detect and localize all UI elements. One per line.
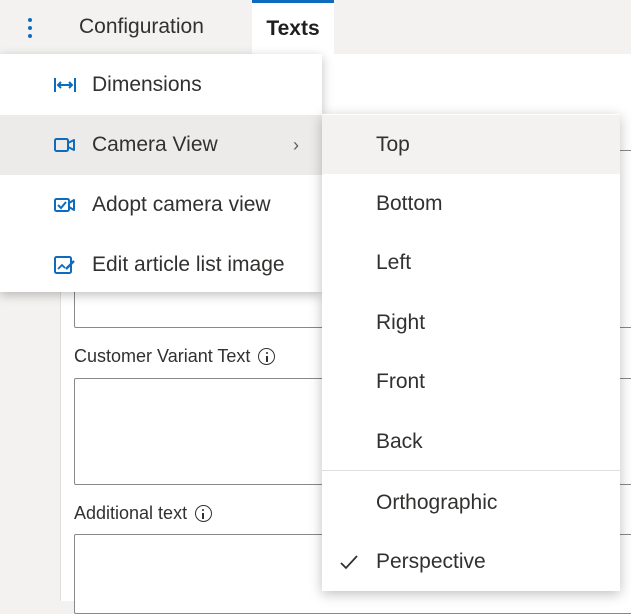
customer-variant-label-text: Customer Variant Text <box>74 346 251 366</box>
submenu-item-perspective[interactable]: Perspective <box>322 532 620 591</box>
chevron-right-icon: › <box>293 134 299 155</box>
submenu-item-left[interactable]: Left <box>322 233 620 292</box>
menu-item-edit-article-list-image[interactable]: Edit article list image <box>0 235 322 295</box>
submenu-item-right[interactable]: Right <box>322 293 620 352</box>
submenu-item-label: Left <box>376 250 412 274</box>
context-menu: Dimensions Camera View › Adopt camera vi… <box>0 54 322 292</box>
submenu-item-label: Bottom <box>376 191 443 215</box>
submenu-item-label: Back <box>376 429 423 453</box>
edit-image-icon <box>53 253 77 277</box>
menu-item-label: Adopt camera view <box>92 193 271 216</box>
menu-item-camera-view[interactable]: Camera View › <box>0 115 322 175</box>
menu-item-label: Camera View <box>92 133 218 156</box>
submenu-item-label: Top <box>376 132 410 156</box>
camera-icon <box>53 133 77 157</box>
menu-item-dimensions[interactable]: Dimensions <box>0 55 322 115</box>
more-options-icon[interactable] <box>14 10 46 46</box>
submenu-divider <box>322 470 620 471</box>
submenu-item-label: Right <box>376 310 426 334</box>
tab-configuration[interactable]: Configuration <box>79 0 204 54</box>
adopt-camera-icon <box>53 193 77 217</box>
submenu-item-bottom[interactable]: Bottom <box>322 174 620 233</box>
info-icon[interactable] <box>195 505 213 522</box>
menu-item-label: Dimensions <box>92 73 202 96</box>
menu-item-label: Edit article list image <box>92 253 285 276</box>
top-bar: Configuration Texts <box>0 0 631 55</box>
submenu-item-label: Orthographic <box>376 490 498 514</box>
camera-view-submenu: Top Bottom Left Right Front Back Orthogr… <box>322 114 620 591</box>
submenu-item-orthographic[interactable]: Orthographic <box>322 473 620 532</box>
submenu-item-front[interactable]: Front <box>322 352 620 411</box>
info-icon[interactable] <box>258 348 276 365</box>
submenu-item-label: Perspective <box>376 549 486 573</box>
submenu-item-top[interactable]: Top <box>322 115 620 174</box>
menu-item-adopt-camera-view[interactable]: Adopt camera view <box>0 175 322 235</box>
submenu-item-label: Front <box>376 369 426 393</box>
submenu-item-back[interactable]: Back <box>322 412 620 471</box>
additional-text-label: Additional text <box>74 503 213 524</box>
customer-variant-label: Customer Variant Text <box>74 346 276 367</box>
tab-texts[interactable]: Texts <box>252 0 334 54</box>
dimensions-icon <box>53 73 77 97</box>
checkmark-icon <box>340 554 358 569</box>
additional-text-label-text: Additional text <box>74 503 188 523</box>
